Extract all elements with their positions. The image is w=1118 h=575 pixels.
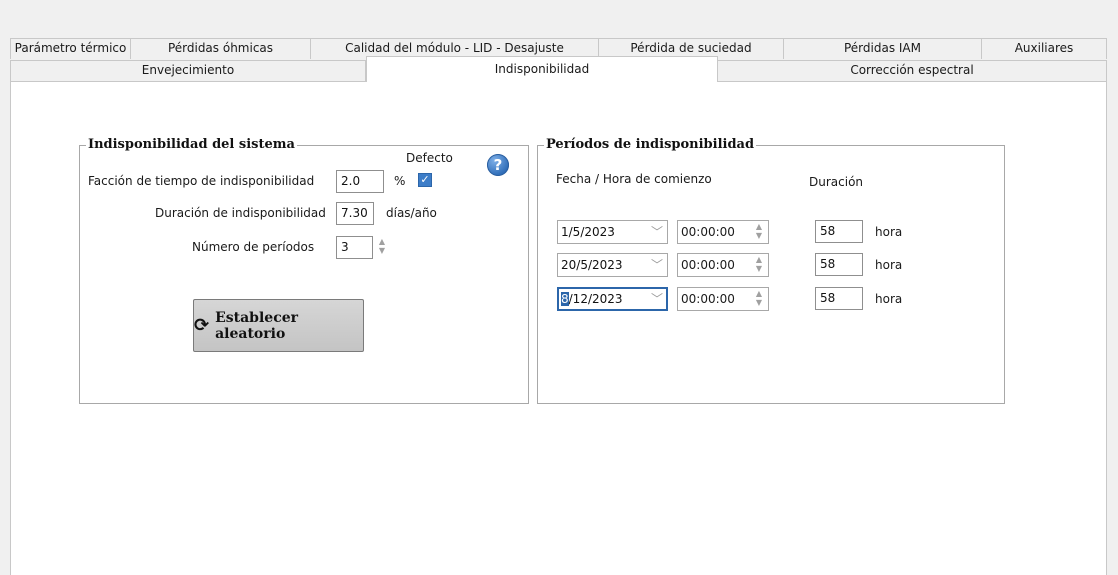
help-icon[interactable]: ? [487,154,509,176]
duration-hours-input[interactable]: 58 [815,287,863,310]
fraction-input[interactable]: 2.0 [336,170,384,193]
start-date-picker[interactable]: 1/5/2023 ﹀ [557,220,668,244]
duration-label: Duración de indisponibilidad [155,206,326,220]
tab-indisponibilidad[interactable]: Indisponibilidad [366,56,718,82]
time-spin-arrows[interactable]: ▲ ▼ [756,255,762,273]
start-time-value: 00:00:00 [681,225,735,239]
time-spin-arrows[interactable]: ▲ ▼ [756,289,762,307]
start-date-picker[interactable]: 8/12/2023 ﹀ [557,287,668,311]
start-time-input[interactable]: 00:00:00 ▲ ▼ [677,253,769,277]
set-random-label: Establecer aleatorio [215,309,299,342]
start-time-input[interactable]: 00:00:00 ▲ ▼ [677,220,769,244]
time-spin-arrows[interactable]: ▲ ▼ [756,222,762,240]
duration-unit: días/año [386,206,437,220]
system-group-title: Indisponibilidad del sistema [86,137,297,153]
start-date-picker[interactable]: 20/5/2023 ﹀ [557,253,668,277]
fraction-label: Facción de tiempo de indisponibilidad [88,174,315,188]
fraction-unit: % [394,174,406,188]
set-random-button[interactable]: ⟳ Establecer aleatorio [193,299,364,352]
duration-header: Duración [809,175,864,189]
tab-correccion-espectral[interactable]: Corrección espectral [718,60,1107,81]
chevron-down-icon: ﹀ [650,225,663,239]
tab-content-panel: Indisponibilidad del sistema Defecto ? F… [10,81,1107,575]
periods-count-stepper[interactable]: 3 [336,236,373,259]
tab-auxiliares[interactable]: Auxiliares [982,38,1107,59]
tab-parametro-termico[interactable]: Parámetro térmico [10,38,131,59]
hour-unit-label: hora [875,292,903,306]
start-date-value: /12/2023 [568,292,623,306]
tab-perdidas-ohmicas[interactable]: Pérdidas óhmicas [131,38,311,59]
start-date-value: 1/5/2023 [561,225,615,239]
tab-row-2: Envejecimiento Indisponibilidad Correcci… [10,56,1107,82]
duration-hours-input[interactable]: 58 [815,220,863,243]
periods-count-label: Número de períodos [192,240,315,254]
start-date-selected-part: 8 [561,292,569,306]
unavailability-periods-group: Períodos de indisponibilidad Fecha / Hor… [537,137,1005,404]
start-date-value: 20/5/2023 [561,258,623,272]
default-checkbox[interactable]: ✓ [418,173,432,187]
start-time-value: 00:00:00 [681,292,735,306]
start-time-input[interactable]: 00:00:00 ▲ ▼ [677,287,769,311]
duration-input[interactable]: 7.30 [336,202,374,225]
refresh-icon: ⟳ [194,315,210,336]
default-label: Defecto [406,151,453,165]
duration-hours-input[interactable]: 58 [815,253,863,276]
hour-unit-label: hora [875,258,903,272]
chevron-down-icon: ﹀ [650,292,663,306]
start-datetime-header: Fecha / Hora de comienzo [556,172,712,186]
tab-envejecimiento[interactable]: Envejecimiento [10,60,366,81]
chevron-down-icon: ﹀ [650,258,663,272]
periods-spin-arrows[interactable]: ▲ ▼ [377,237,387,258]
hour-unit-label: hora [875,225,903,239]
system-unavailability-group: Indisponibilidad del sistema Defecto ? F… [79,137,529,404]
start-time-value: 00:00:00 [681,258,735,272]
tab-perdidas-iam[interactable]: Pérdidas IAM [784,38,982,59]
periods-group-title: Períodos de indisponibilidad [544,137,757,153]
